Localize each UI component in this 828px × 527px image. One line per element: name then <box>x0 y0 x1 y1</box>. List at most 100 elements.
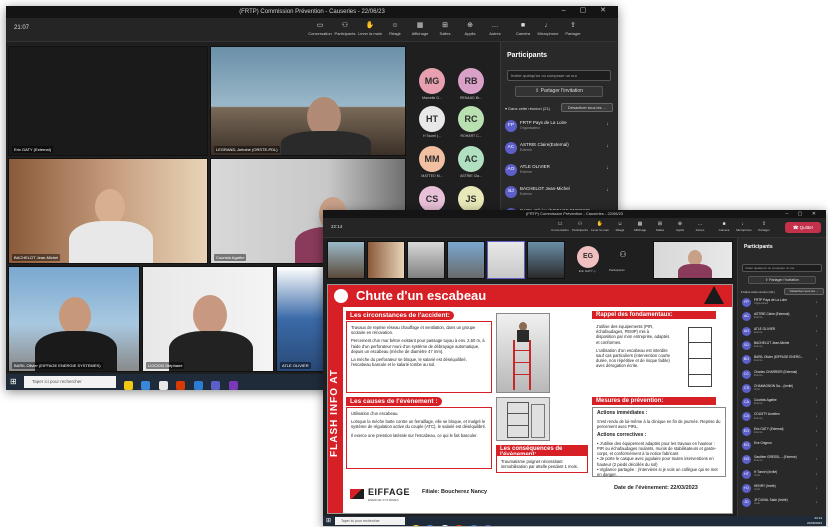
participant-row[interactable]: JD JF DUVAL Sade (Invité) Invité ♩ <box>742 498 822 511</box>
camera-button[interactable]: ■ Caméra <box>511 21 535 39</box>
taskbar-search-input[interactable]: Taper ici pour rechercher <box>24 376 116 388</box>
mic-icon[interactable]: ♩ <box>607 121 613 127</box>
conversation-button[interactable]: ▭ Conversation <box>308 21 332 39</box>
folder-icon[interactable] <box>413 525 419 526</box>
mic-icon[interactable]: ♩ <box>816 456 820 461</box>
teams-icon[interactable] <box>211 381 221 390</box>
quit-meeting-button[interactable]: ☎ Quitter <box>785 222 821 233</box>
participant-row[interactable]: BJ BACHELOT Jean-Michel Externe ♩ <box>742 340 822 354</box>
share-button[interactable]: ⇪ Partager <box>755 220 773 238</box>
participant-row[interactable]: CA Courtois Agathe Externe ♩ <box>742 398 822 411</box>
participant-row[interactable]: AC ASTRIE Claire(External) Externe ♩ <box>505 142 614 163</box>
office-icon[interactable] <box>456 525 463 526</box>
participant-row[interactable]: BO BARIL Olivier (EIFFAGE ENERG... Externe… <box>742 355 822 368</box>
video-tile[interactable] <box>653 241 733 279</box>
window-controls[interactable]: – ▢ ✕ <box>562 6 612 14</box>
mic-icon[interactable]: ♩ <box>816 442 820 447</box>
avatar[interactable]: HT <box>419 106 445 132</box>
video-tile[interactable] <box>447 241 485 279</box>
raise-hand-button[interactable]: ✋ Lever la main <box>358 21 382 39</box>
more-button[interactable]: … Autres <box>691 220 709 238</box>
windows-start-icon[interactable]: ⊞ <box>326 517 331 524</box>
outlook-icon[interactable] <box>193 381 203 390</box>
rooms-button[interactable]: ⊞ Salles <box>433 21 457 39</box>
video-tile[interactable] <box>407 241 445 279</box>
windows-start-icon[interactable]: ⊞ <box>10 377 17 386</box>
mic-icon[interactable]: ♩ <box>816 342 820 347</box>
avatar[interactable]: RB <box>458 68 484 94</box>
mic-icon[interactable]: ♩ <box>607 187 613 193</box>
participant-row[interactable]: HT H Tonnel (Invité) Invité ♩ <box>742 469 822 483</box>
video-tile[interactable] <box>487 241 525 279</box>
participant-row[interactable]: CS CHAMAGNON Sa... (Invité) Invité ♩ <box>742 383 822 397</box>
raise-hand-button[interactable]: ✋ Lever la main <box>591 220 609 238</box>
participant-row[interactable]: AO ATLE OLIVIER Externe ♩ <box>742 326 822 340</box>
more-button[interactable]: … Autres <box>483 21 507 39</box>
layout-button[interactable]: ▦ Affichage <box>631 220 649 238</box>
mute-all-button[interactable]: Désactiver tous les ... <box>784 288 824 295</box>
share-invite-button[interactable]: ⇪ Partager l'invitation <box>515 86 603 97</box>
react-button[interactable]: ☺ Réagir <box>611 220 629 238</box>
participant-row[interactable]: HJ HENRY (Invité) Invité ♩ <box>742 483 822 497</box>
participant-row[interactable]: CC Charles CHARRIER (External) Externe ♩ <box>742 369 822 383</box>
outlook-icon[interactable] <box>470 525 477 526</box>
meeting-section[interactable]: ▾ Dans cette réunion (21) <box>505 106 550 111</box>
avatar[interactable]: MM <box>419 146 445 172</box>
microphone-button[interactable]: ♩ Microphone <box>536 21 560 39</box>
participants-icon[interactable]: ⚇ <box>613 250 633 259</box>
apps-button[interactable]: ⊕ Applis <box>458 21 482 39</box>
conversation-button[interactable]: ▭ Conversation <box>551 220 569 238</box>
store-icon[interactable] <box>158 381 168 390</box>
layout-button[interactable]: ▦ Affichage <box>408 21 432 39</box>
video-tile[interactable]: BACHELOT Jean-Michel <box>8 158 208 264</box>
share-button[interactable]: ⇪ Partager <box>561 21 585 39</box>
office-icon[interactable] <box>176 381 186 390</box>
edge-icon[interactable] <box>141 381 151 390</box>
camera-button[interactable]: ■ Caméra <box>715 220 733 238</box>
mic-icon[interactable]: ♩ <box>816 371 820 376</box>
avatar[interactable]: CS <box>419 186 445 212</box>
mic-icon[interactable]: ♩ <box>607 165 613 171</box>
mic-icon[interactable]: ♩ <box>816 485 820 490</box>
participant-row[interactable]: FP FRTP Pays de La Loire Organisateur ♩ <box>742 298 822 311</box>
video-tile[interactable]: LEGRAND, Antoine (ORSTE-PDL) <box>210 46 406 156</box>
mic-icon[interactable]: ♩ <box>816 328 820 333</box>
onenote-icon[interactable] <box>228 381 238 390</box>
avatar[interactable]: MG <box>419 68 445 94</box>
participant-row[interactable]: EG Eve Grignon ♩ <box>742 441 822 454</box>
video-tile[interactable]: BARIL Olivier (EIFFAGE ENERGIE SYSTEMES) <box>8 266 140 372</box>
participants-button[interactable]: ⚇ Participants <box>571 220 589 238</box>
video-tile[interactable] <box>327 241 365 279</box>
participants-button[interactable]: ⚇ Participants <box>333 21 357 39</box>
mic-icon[interactable]: ♩ <box>816 313 820 318</box>
participant-row[interactable]: EG Eric GATY (External) Externe ♩ <box>742 426 822 440</box>
participant-row[interactable]: BJ BACHELOT Jean-Michel Externe ♩ <box>505 186 614 207</box>
share-invite-button[interactable]: ⇪ Partager l'invitation <box>748 276 816 284</box>
microphone-button[interactable]: ♩ Microphone <box>735 220 753 238</box>
video-tile[interactable]: ATLE OLIVIER <box>276 266 324 372</box>
avatar[interactable]: JS <box>458 186 484 212</box>
mic-icon[interactable]: ♩ <box>607 143 613 149</box>
taskbar-search-input[interactable]: Taper ici pour rechercher <box>335 517 405 525</box>
participant-row[interactable]: AO ATLE OLIVIER Externe ♩ <box>505 164 614 185</box>
mic-icon[interactable]: ♩ <box>816 385 820 390</box>
participant-row[interactable]: CA COUSTY Aurelien Externe ♩ <box>742 412 822 425</box>
mic-icon[interactable]: ♩ <box>816 356 820 361</box>
video-tile[interactable]: LIGOCKI Stéphane <box>142 266 274 372</box>
avatar[interactable]: AC <box>458 146 484 172</box>
mic-icon[interactable]: ♩ <box>816 499 820 504</box>
window-controls[interactable]: – ▢ ✕ <box>786 210 820 218</box>
rooms-button[interactable]: ⊞ Salles <box>651 220 669 238</box>
mic-icon[interactable]: ♩ <box>816 413 820 418</box>
mic-icon[interactable]: ♩ <box>816 428 820 433</box>
mute-all-button[interactable]: Désactiver tous les ... <box>561 103 613 112</box>
meeting-section[interactable]: ▾ Dans cette réunion (21) <box>741 290 775 294</box>
invite-search-input[interactable]: Inviter quelqu'un ou composer un nur <box>507 70 611 81</box>
video-tile[interactable]: Eric GATY (External) <box>8 46 208 156</box>
avatar[interactable]: RC <box>458 106 484 132</box>
edge-icon[interactable] <box>427 525 434 526</box>
invite-search-input[interactable]: Inviter quelqu'un ou composer un nur <box>742 264 822 272</box>
video-tile[interactable] <box>367 241 405 279</box>
taskbar-clock[interactable]: 22:14 22/06/2023 <box>807 516 822 525</box>
teams-icon[interactable] <box>485 525 492 526</box>
